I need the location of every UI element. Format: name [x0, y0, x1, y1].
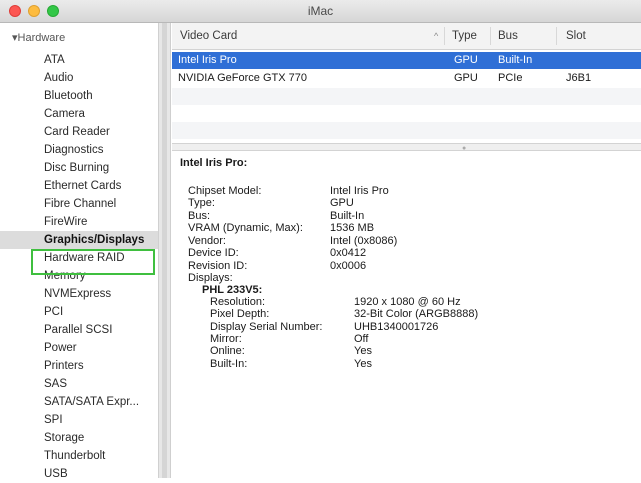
pane-splitter[interactable]: ●	[172, 143, 641, 152]
sidebar-item-storage[interactable]: Storage	[0, 429, 158, 447]
cell-type: GPU	[454, 54, 478, 66]
detail-value-bus: Built-In	[330, 210, 365, 222]
title-bar: iMac	[0, 0, 641, 23]
detail-label-device-id: Device ID:	[188, 247, 239, 259]
sidebar-item-pci[interactable]: PCI	[0, 303, 158, 321]
cell-video-card: Intel Iris Pro	[178, 54, 237, 66]
table-header: Video Card ^ Type Bus Slot	[172, 23, 641, 50]
highlight-box	[31, 249, 155, 275]
display-label-built-in: Built-In:	[210, 358, 248, 370]
detail-value-vram: 1536 MB	[330, 222, 375, 234]
detail-label-displays: Displays:	[188, 272, 233, 284]
detail-value-revision-id: 0x0006	[330, 260, 367, 272]
column-divider[interactable]	[556, 27, 557, 45]
detail-label-chipset-model: Chipset Model:	[188, 185, 262, 197]
display-label-mirror: Mirror:	[210, 333, 242, 345]
sidebar-item-audio[interactable]: Audio	[0, 69, 158, 87]
sidebar: ▾Hardware ATA Audio Bluetooth Camera Car…	[0, 23, 159, 480]
sidebar-splitter[interactable]	[159, 23, 171, 478]
detail-title: Intel Iris Pro:	[180, 157, 248, 169]
window-title: iMac	[307, 4, 334, 18]
detail-value-vendor: Intel (0x8086)	[330, 235, 398, 247]
sidebar-item-sas[interactable]: SAS	[0, 375, 158, 393]
display-value-resolution: 1920 x 1080 @ 60 Hz	[354, 296, 461, 308]
sidebar-item-firewire[interactable]: FireWire	[0, 213, 158, 231]
sidebar-item-card-reader[interactable]: Card Reader	[0, 123, 158, 141]
sidebar-item-parallel-scsi[interactable]: Parallel SCSI	[0, 321, 158, 339]
cell-type: GPU	[454, 72, 478, 84]
sidebar-item-spi[interactable]: SPI	[0, 411, 158, 429]
column-header-type[interactable]: Type	[452, 30, 477, 42]
detail-label-revision-id: Revision ID:	[188, 260, 248, 272]
sidebar-item-ethernet-cards[interactable]: Ethernet Cards	[0, 177, 158, 195]
detail-value-chipset-model: Intel Iris Pro	[330, 185, 389, 197]
display-value-mirror: Off	[354, 333, 369, 345]
table-row-empty	[172, 88, 641, 105]
column-header-bus[interactable]: Bus	[498, 30, 518, 42]
table-row-empty	[172, 122, 641, 139]
detail-label-vram: VRAM (Dynamic, Max):	[188, 222, 303, 234]
display-label-serial: Display Serial Number:	[210, 321, 323, 333]
column-header-slot[interactable]: Slot	[566, 30, 586, 42]
sidebar-item-ata[interactable]: ATA	[0, 51, 158, 69]
table-row-nvidia-gtx-770[interactable]: NVIDIA GeForce GTX 770 GPU PCIe J6B1	[172, 70, 641, 87]
column-divider[interactable]	[490, 27, 491, 45]
content-pane: Video Card ^ Type Bus Slot Intel Iris Pr…	[172, 23, 641, 478]
detail-pane: Intel Iris Pro: Chipset Model: Intel Iri…	[172, 151, 641, 478]
sidebar-item-power[interactable]: Power	[0, 339, 158, 357]
display-label-resolution: Resolution:	[210, 296, 266, 308]
sidebar-heading-hardware[interactable]: ▾Hardware	[12, 31, 65, 44]
detail-value-type: GPU	[330, 197, 354, 209]
display-name: PHL 233V5:	[202, 284, 263, 296]
sidebar-item-thunderbolt[interactable]: Thunderbolt	[0, 447, 158, 465]
sidebar-item-nvmexpress[interactable]: NVMExpress	[0, 285, 158, 303]
cell-bus: PCIe	[498, 72, 523, 84]
detail-label-bus: Bus:	[188, 210, 211, 222]
column-divider[interactable]	[444, 27, 445, 45]
sidebar-item-disc-burning[interactable]: Disc Burning	[0, 159, 158, 177]
sidebar-item-sata[interactable]: SATA/SATA Expr...	[0, 393, 158, 411]
splitter-handle[interactable]	[162, 23, 167, 478]
display-value-online: Yes	[354, 345, 372, 357]
sidebar-item-usb[interactable]: USB	[0, 465, 158, 483]
cell-video-card: NVIDIA GeForce GTX 770	[178, 72, 307, 84]
sidebar-item-graphics-displays[interactable]: Graphics/Displays	[0, 231, 158, 249]
detail-label-type: Type:	[188, 197, 215, 209]
display-value-built-in: Yes	[354, 358, 372, 370]
display-value-serial: UHB1340001726	[354, 321, 439, 333]
detail-value-device-id: 0x0412	[330, 247, 367, 259]
cell-slot: J6B1	[566, 72, 592, 84]
table-row-intel-iris-pro[interactable]: Intel Iris Pro GPU Built-In	[172, 52, 641, 69]
display-label-pixel-depth: Pixel Depth:	[210, 308, 270, 320]
cell-bus: Built-In	[498, 54, 533, 66]
display-label-online: Online:	[210, 345, 245, 357]
sidebar-item-diagnostics[interactable]: Diagnostics	[0, 141, 158, 159]
sort-ascending-icon[interactable]: ^	[434, 31, 438, 41]
sidebar-item-fibre-channel[interactable]: Fibre Channel	[0, 195, 158, 213]
sidebar-item-bluetooth[interactable]: Bluetooth	[0, 87, 158, 105]
column-header-video-card[interactable]: Video Card	[180, 30, 237, 42]
detail-label-vendor: Vendor:	[188, 235, 226, 247]
display-value-pixel-depth: 32-Bit Color (ARGB8888)	[354, 308, 479, 320]
sidebar-item-camera[interactable]: Camera	[0, 105, 158, 123]
sidebar-item-printers[interactable]: Printers	[0, 357, 158, 375]
